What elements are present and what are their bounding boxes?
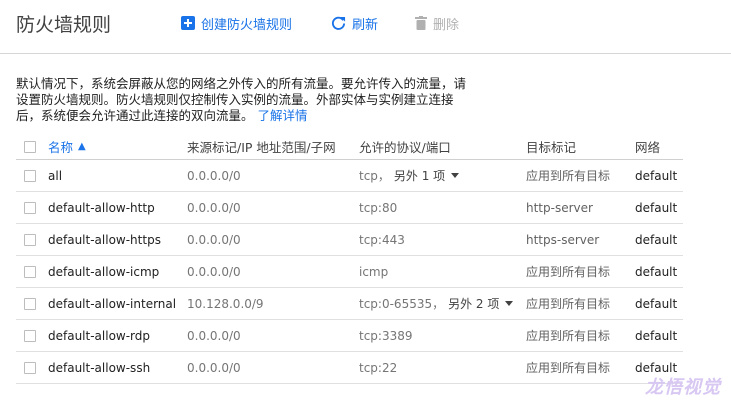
learn-more-link[interactable]: 了解详情 — [258, 108, 308, 123]
create-label: 创建防火墙规则 — [201, 17, 293, 33]
row-checkbox[interactable] — [24, 201, 36, 214]
protocol-text: tcp:0-65535， — [359, 297, 445, 311]
row-select-cell — [24, 352, 36, 383]
row-select-cell — [24, 160, 36, 191]
description-line: 后，系统便会允许通过此连接的双向流量。 了解详情 — [16, 108, 466, 124]
row-select-cell — [24, 320, 36, 351]
rule-network[interactable]: default — [635, 256, 677, 287]
rule-network[interactable]: default — [635, 288, 677, 319]
description-text: 后，系统便会允许通过此连接的双向流量。 — [16, 108, 254, 123]
protocols-more-label: 另外 2 项 — [448, 297, 500, 311]
rule-source: 0.0.0.0/0 — [187, 360, 241, 375]
delete-button[interactable]: 删除 — [415, 12, 459, 34]
sort-ascending-icon: ▲ — [78, 141, 86, 152]
rule-protocols: tcp， 另外 1 项 — [359, 160, 460, 191]
rule-protocols: tcp:3389 — [359, 328, 413, 343]
rule-network[interactable]: default — [635, 224, 677, 255]
table-row[interactable]: default-allow-http 0.0.0.0/0 tcp:80 http… — [16, 192, 683, 224]
caret-down-icon — [505, 301, 514, 306]
row-checkbox[interactable] — [24, 329, 36, 342]
row-checkbox[interactable] — [24, 297, 36, 310]
row-select-cell — [24, 192, 36, 223]
refresh-button[interactable]: 刷新 — [331, 12, 378, 34]
row-checkbox[interactable] — [24, 233, 36, 246]
rule-network[interactable]: default — [635, 192, 677, 223]
rule-name[interactable]: default-allow-https — [48, 224, 161, 255]
row-checkbox[interactable] — [24, 361, 36, 374]
rule-protocols: tcp:443 — [359, 232, 405, 247]
rule-network[interactable]: default — [635, 320, 677, 351]
column-header-protocols: 允许的协议/端口 — [359, 140, 451, 155]
rule-name[interactable]: default-allow-http — [48, 192, 155, 223]
page-header: 防火墙规则 创建防火墙规则 刷新 删除 — [0, 0, 731, 54]
rule-target: https-server — [526, 232, 600, 247]
watermark-logo: 龙悟视觉 — [645, 377, 721, 398]
rule-protocols: tcp:80 — [359, 200, 398, 215]
protocols-more-toggle[interactable]: 另外 2 项 — [448, 295, 514, 312]
description-line: 默认情况下，系统会屏蔽从您的网络之外传入的所有流量。要允许传入的流量，请 — [16, 76, 467, 91]
caret-down-icon — [451, 173, 460, 178]
page-title: 防火墙规则 — [16, 14, 112, 36]
table-row[interactable]: default-allow-internal 10.128.0.0/9 tcp:… — [16, 288, 683, 320]
create-firewall-rule-button[interactable]: 创建防火墙规则 — [181, 12, 292, 34]
rule-name[interactable]: default-allow-internal — [48, 288, 176, 319]
rule-protocols: tcp:0-65535， 另外 2 项 — [359, 288, 514, 319]
table-row[interactable]: default-allow-rdp 0.0.0.0/0 tcp:3389 应用到… — [16, 320, 683, 352]
table-row[interactable]: default-allow-ssh 0.0.0.0/0 tcp:22 应用到所有… — [16, 352, 683, 384]
rule-source: 0.0.0.0/0 — [187, 168, 241, 183]
firewall-rules-table: 名称 ▲ 来源标记/IP 地址范围/子网 允许的协议/端口 目标标记 网络 al… — [16, 134, 683, 384]
table-row[interactable]: default-allow-https 0.0.0.0/0 tcp:443 ht… — [16, 224, 683, 256]
row-select-cell — [24, 224, 36, 255]
row-checkbox[interactable] — [24, 169, 36, 182]
rule-source: 0.0.0.0/0 — [187, 328, 241, 343]
firewall-description: 默认情况下，系统会屏蔽从您的网络之外传入的所有流量。要允许传入的流量，请 设置防… — [16, 76, 466, 124]
rule-name[interactable]: default-allow-ssh — [48, 352, 150, 383]
row-select-cell — [24, 256, 36, 287]
protocols-more-label: 另外 1 项 — [393, 169, 446, 183]
table-row[interactable]: all 0.0.0.0/0 tcp， 另外 1 项 应用到所有目标 defaul… — [16, 160, 683, 192]
rule-network[interactable]: default — [635, 160, 677, 191]
rule-protocols: tcp:22 — [359, 360, 398, 375]
delete-label: 删除 — [433, 17, 460, 33]
rule-source: 0.0.0.0/0 — [187, 200, 241, 215]
refresh-icon — [331, 16, 346, 30]
row-select-cell — [24, 288, 36, 319]
column-header-network: 网络 — [635, 140, 661, 155]
rule-target: 应用到所有目标 — [526, 329, 611, 343]
rule-name[interactable]: default-allow-icmp — [48, 256, 159, 287]
refresh-label: 刷新 — [352, 17, 379, 33]
rule-source: 0.0.0.0/0 — [187, 232, 241, 247]
column-name-label: 名称 — [48, 140, 74, 155]
add-box-icon — [181, 16, 195, 30]
rule-name[interactable]: default-allow-rdp — [48, 320, 150, 351]
table-row[interactable]: default-allow-icmp 0.0.0.0/0 icmp 应用到所有目… — [16, 256, 683, 288]
protocol-text: tcp， — [359, 169, 390, 183]
select-all-checkbox[interactable] — [24, 140, 36, 153]
rule-target: 应用到所有目标 — [526, 361, 611, 375]
trash-icon — [415, 16, 427, 30]
table-header-row: 名称 ▲ 来源标记/IP 地址范围/子网 允许的协议/端口 目标标记 网络 — [16, 134, 683, 160]
select-all-cell — [24, 134, 36, 159]
rule-target: 应用到所有目标 — [526, 169, 611, 183]
protocols-more-toggle[interactable]: 另外 1 项 — [393, 167, 460, 184]
rule-protocols: icmp — [359, 264, 389, 279]
row-checkbox[interactable] — [24, 265, 36, 278]
column-header-source: 来源标记/IP 地址范围/子网 — [187, 140, 336, 155]
rule-source: 0.0.0.0/0 — [187, 264, 241, 279]
description-line: 设置防火墙规则。防火墙规则仅控制传入实例的流量。外部实体与实例建立连接 — [16, 92, 454, 107]
rule-source: 10.128.0.0/9 — [187, 296, 264, 311]
column-header-name[interactable]: 名称 ▲ — [48, 134, 86, 159]
rule-name[interactable]: all — [48, 160, 62, 191]
column-header-target: 目标标记 — [526, 140, 577, 155]
rule-target: http-server — [526, 200, 593, 215]
rule-target: 应用到所有目标 — [526, 265, 611, 279]
rule-target: 应用到所有目标 — [526, 297, 611, 311]
